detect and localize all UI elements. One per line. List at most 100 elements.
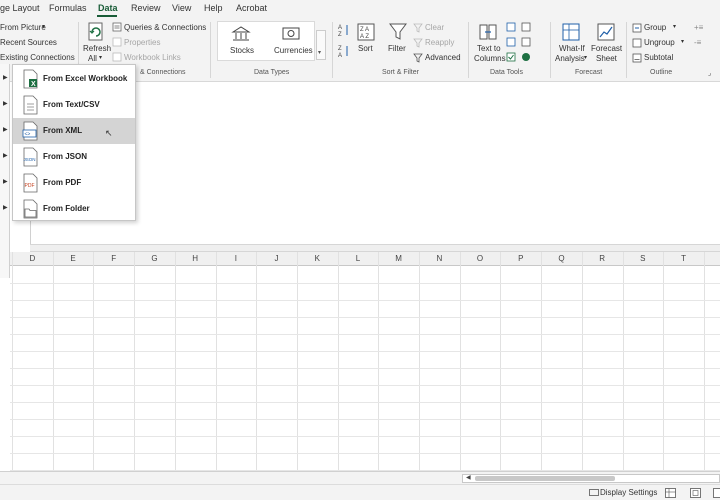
filter-icon bbox=[389, 23, 407, 40]
folder-file-icon bbox=[23, 199, 38, 219]
tab-page-layout[interactable]: ge Layout bbox=[0, 3, 40, 13]
menu-item-from-excel-workbook[interactable]: X From Excel Workbook bbox=[13, 66, 135, 92]
refresh-all-button[interactable]: Refresh bbox=[83, 44, 111, 53]
submenu-arrow-icon: ▶ bbox=[3, 127, 8, 133]
gridline-vertical bbox=[541, 252, 543, 471]
forecast-sheet-button[interactable]: Forecast bbox=[591, 44, 622, 53]
flash-fill-icon[interactable] bbox=[506, 22, 516, 32]
submenu-arrow-icon: ▶ bbox=[3, 205, 8, 211]
column-header-t[interactable]: T bbox=[663, 254, 704, 263]
manage-data-model-icon[interactable] bbox=[521, 52, 531, 62]
column-header-f[interactable]: F bbox=[93, 254, 134, 263]
consolidate-icon[interactable] bbox=[521, 22, 531, 32]
workbook-links-button[interactable]: Workbook Links bbox=[124, 53, 181, 62]
sort-az-icon[interactable]: A Z bbox=[338, 23, 350, 37]
column-header-n[interactable]: N bbox=[419, 254, 460, 263]
page-break-view-icon[interactable] bbox=[713, 488, 720, 498]
submenu-arrow-icon: ▶ bbox=[3, 153, 8, 159]
sort-button[interactable]: Sort bbox=[358, 44, 373, 53]
clear-button[interactable]: Clear bbox=[425, 23, 444, 32]
chevron-down-icon: ▾ bbox=[99, 55, 103, 61]
column-header-g[interactable]: G bbox=[134, 254, 175, 263]
gridline-horizontal bbox=[10, 334, 720, 335]
currencies-button[interactable]: Currencies bbox=[274, 46, 313, 55]
ungroup-icon bbox=[632, 38, 642, 48]
outline-group-label: Outline bbox=[650, 69, 673, 76]
column-header-h[interactable]: H bbox=[175, 254, 216, 263]
recent-sources-button[interactable]: Recent Sources bbox=[0, 38, 57, 47]
forecast-group-label: Forecast bbox=[575, 69, 603, 76]
queries-group-label: & Connections bbox=[140, 69, 186, 76]
svg-text:Z A: Z A bbox=[360, 27, 369, 33]
reapply-button[interactable]: Reapply bbox=[425, 38, 454, 47]
menu-item-label: From JSON bbox=[43, 152, 88, 161]
column-header-s[interactable]: S bbox=[623, 254, 664, 263]
stocks-button[interactable]: Stocks bbox=[230, 46, 254, 55]
gridline-horizontal bbox=[10, 351, 720, 352]
column-header-k[interactable]: K bbox=[297, 254, 338, 263]
properties-icon bbox=[112, 37, 122, 47]
properties-button[interactable]: Properties bbox=[124, 38, 160, 47]
subtotal-button[interactable]: Subtotal bbox=[644, 53, 673, 62]
queries-connections-button[interactable]: Queries & Connections bbox=[124, 23, 206, 32]
gallery-scroll[interactable]: ▾ bbox=[316, 30, 326, 60]
filter-button[interactable]: Filter bbox=[388, 44, 406, 53]
tab-help[interactable]: Help bbox=[204, 3, 223, 13]
column-header-r[interactable]: R bbox=[582, 254, 623, 263]
remove-duplicates-icon[interactable] bbox=[506, 37, 516, 47]
name-box-strip bbox=[30, 244, 720, 252]
relationships-icon[interactable] bbox=[521, 37, 531, 47]
menu-item-label: From Folder bbox=[43, 204, 90, 213]
display-settings-button[interactable]: Display Settings bbox=[600, 488, 657, 497]
group-button[interactable]: Group bbox=[644, 23, 666, 32]
column-header-d[interactable]: D bbox=[12, 254, 53, 263]
horizontal-scrollbar[interactable]: ◀ bbox=[462, 474, 720, 483]
data-validation-icon[interactable] bbox=[506, 52, 516, 62]
menu-item-label: From Text/CSV bbox=[43, 100, 100, 109]
worksheet-grid[interactable]: DEFGHIJKLMNOPQRST bbox=[10, 252, 720, 471]
text-to-columns-button[interactable]: Text to bbox=[477, 44, 501, 53]
show-detail-icon[interactable]: +≡ bbox=[694, 23, 703, 32]
menu-item-from-json[interactable]: JSON From JSON bbox=[13, 144, 135, 170]
tab-view[interactable]: View bbox=[172, 3, 191, 13]
column-header-j[interactable]: J bbox=[256, 254, 297, 263]
subtotal-icon bbox=[632, 53, 642, 63]
gridline-horizontal bbox=[10, 453, 720, 454]
gridline-vertical bbox=[663, 252, 665, 471]
column-header-m[interactable]: M bbox=[378, 254, 419, 263]
column-header-o[interactable]: O bbox=[460, 254, 501, 263]
tab-formulas[interactable]: Formulas bbox=[49, 3, 87, 13]
scrollbar-thumb[interactable] bbox=[475, 476, 615, 481]
chevron-down-icon: ▾ bbox=[42, 24, 46, 30]
ungroup-button[interactable]: Ungroup bbox=[644, 38, 675, 47]
dialog-launcher-icon[interactable]: ⌟ bbox=[708, 69, 711, 77]
column-header-l[interactable]: L bbox=[338, 254, 379, 263]
gridline-vertical bbox=[174, 252, 176, 471]
menu-item-from-xml[interactable]: <> From XML ↖ bbox=[13, 118, 135, 144]
gridline-horizontal bbox=[10, 436, 720, 437]
existing-connections-button[interactable]: Existing Connections bbox=[0, 53, 75, 62]
gridline-vertical bbox=[52, 252, 54, 471]
what-if-analysis-button[interactable]: What-If bbox=[559, 44, 585, 53]
menu-item-from-text-csv[interactable]: From Text/CSV bbox=[13, 92, 135, 118]
advanced-button[interactable]: Advanced bbox=[425, 53, 461, 62]
from-picture-button[interactable]: From Picture bbox=[0, 23, 46, 32]
normal-view-icon[interactable] bbox=[665, 488, 676, 498]
menu-item-from-folder[interactable]: From Folder bbox=[13, 196, 135, 222]
svg-text:A Z: A Z bbox=[360, 34, 369, 40]
column-header-e[interactable]: E bbox=[53, 254, 94, 263]
tab-data[interactable]: Data bbox=[98, 3, 118, 13]
tab-acrobat[interactable]: Acrobat bbox=[236, 3, 267, 13]
column-header-q[interactable]: Q bbox=[541, 254, 582, 263]
tab-review[interactable]: Review bbox=[131, 3, 161, 13]
column-header-p[interactable]: P bbox=[500, 254, 541, 263]
sort-za-icon[interactable]: Z A bbox=[338, 44, 350, 58]
hide-detail-icon[interactable]: -≡ bbox=[694, 38, 701, 47]
menu-item-from-pdf[interactable]: PDF From PDF bbox=[13, 170, 135, 196]
page-layout-view-icon[interactable] bbox=[690, 488, 701, 498]
gridline-vertical bbox=[459, 252, 461, 471]
gridline-vertical bbox=[256, 252, 258, 471]
column-header-i[interactable]: I bbox=[216, 254, 257, 263]
scroll-left-icon[interactable]: ◀ bbox=[466, 474, 471, 481]
submenu-arrow-icon: ▶ bbox=[3, 179, 8, 185]
